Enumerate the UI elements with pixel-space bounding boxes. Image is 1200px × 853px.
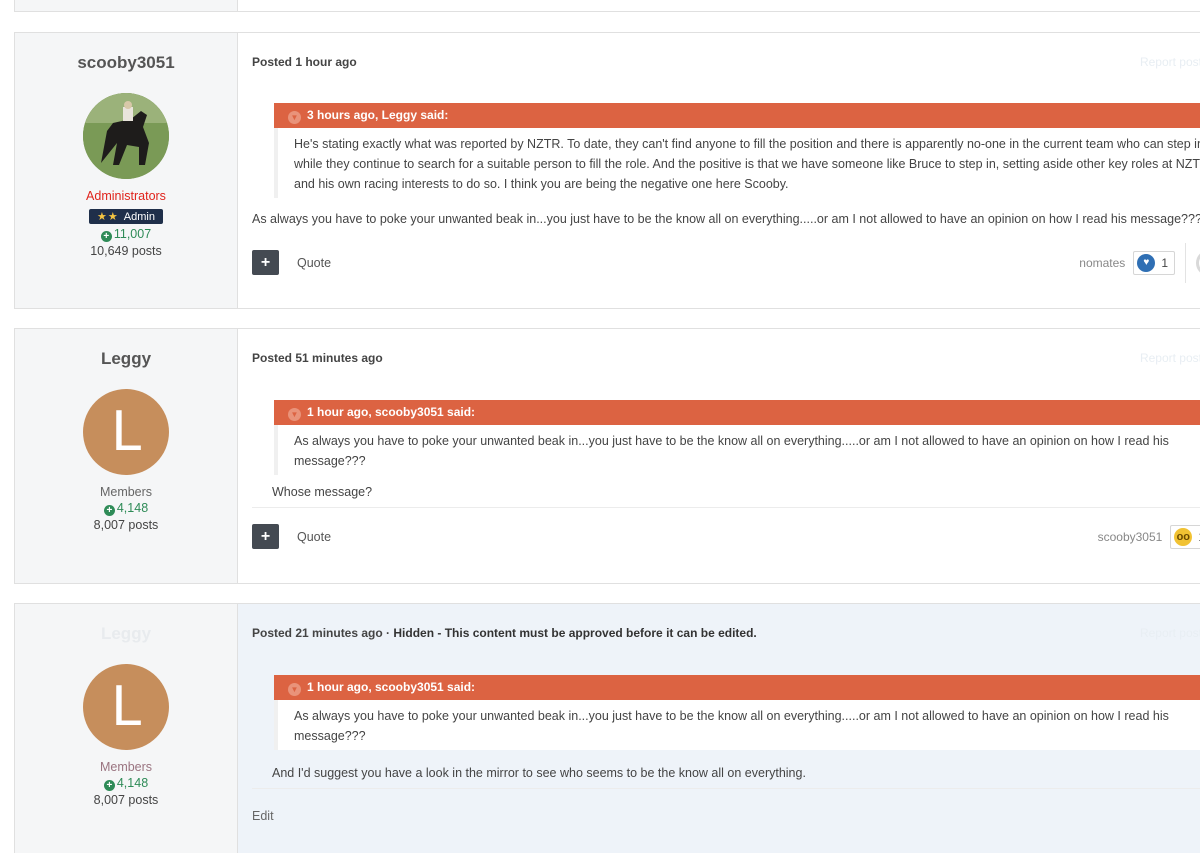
post-leggy-hidden: Leggy L Members +4,148 8,007 posts Poste… <box>14 603 1200 853</box>
chevron-down-icon[interactable]: ▼ <box>288 683 301 696</box>
reputation-value: 4,148 <box>116 776 149 790</box>
user-group[interactable]: Members <box>15 485 237 499</box>
post-meta[interactable]: Posted 51 minutes ago <box>252 351 1200 367</box>
reputation: +11,007 <box>15 227 237 242</box>
post-count: 8,007 posts <box>93 793 159 807</box>
post-text: And I'd suggest you have a look in the m… <box>272 766 806 780</box>
author-name[interactable]: Leggy <box>15 349 237 371</box>
quote-citation[interactable]: 3 hours ago, Leggy said: <box>307 108 448 122</box>
reputation-value: 11,007 <box>113 227 152 241</box>
avatar[interactable]: L <box>83 664 169 750</box>
post-text: As always you have to poke your unwanted… <box>252 212 1200 226</box>
quote-button[interactable]: Quote <box>297 530 331 544</box>
badge-label: Admin <box>123 211 155 223</box>
quote-header[interactable]: ▼1 hour ago, scooby3051 said:↱ <box>274 400 1200 425</box>
user-group[interactable]: Administrators <box>15 189 237 203</box>
reactions: nomates ♥ 1 <box>1079 242 1200 283</box>
multiquote-button[interactable]: + <box>252 524 279 549</box>
author-panel: Leggy L Members +4,148 8,007 posts <box>15 329 238 583</box>
multiquote-button[interactable]: + <box>252 250 279 275</box>
report-post-link[interactable]: Report post <box>1140 626 1200 640</box>
edit-link[interactable]: Edit <box>252 809 1200 823</box>
quote-body: As always you have to poke your unwanted… <box>274 425 1200 475</box>
author-panel: scooby3051 Administrators ★★ Admin +11,00… <box>15 33 238 308</box>
reaction-count-box[interactable]: ♥ 1 <box>1133 250 1175 275</box>
post-leggy: Leggy L Members +4,148 8,007 posts Poste… <box>14 328 1200 584</box>
previous-post-author-panel <box>15 0 238 11</box>
quote-citation[interactable]: 1 hour ago, scooby3051 said: <box>307 405 475 419</box>
reaction-count-box[interactable]: oo1 <box>1170 524 1200 549</box>
badge-wrap: ★★ Admin <box>15 203 237 225</box>
post-scooby3051: scooby3051 Administrators ★★ Admin +11,00… <box>14 32 1200 309</box>
admin-badge: ★★ Admin <box>89 209 163 224</box>
reputation: +4,148 <box>15 501 237 516</box>
user-group[interactable]: Members <box>15 760 237 774</box>
quote-body: He's stating exactly what was reported b… <box>274 128 1200 198</box>
chevron-down-icon[interactable]: ▼ <box>288 111 301 124</box>
author-panel: Leggy L Members +4,148 8,007 posts <box>15 604 238 853</box>
report-post-link[interactable]: Report post <box>1140 55 1200 69</box>
post-content: Posted 51 minutes ago Report post ▼ 1 hou… <box>238 329 1200 583</box>
reaction-count: 1 <box>1161 255 1168 270</box>
quote-header[interactable]: ▼1 hour ago, scooby3051 said:↱ <box>274 675 1200 700</box>
reputation-value: 4,148 <box>116 501 149 515</box>
quote-button[interactable]: Quote <box>297 256 331 270</box>
post-meta[interactable]: Posted 1 hour ago <box>252 55 1200 71</box>
hidden-notice: Hidden - This content must be approved b… <box>393 626 757 640</box>
post-actions: + Quote nomates ♥ 1 <box>252 242 1200 283</box>
chevron-down-icon[interactable]: ▼ <box>288 408 301 421</box>
reaction-divider <box>1185 242 1186 283</box>
divider <box>252 788 1200 789</box>
quote-block: ▼1 hour ago, scooby3051 said:↱ As always… <box>274 400 1200 475</box>
star-icon: ★★ <box>97 211 119 223</box>
post-timestamp[interactable]: Posted 21 minutes ago · <box>252 626 393 640</box>
confused-face-icon: oo <box>1174 527 1193 546</box>
horse-photo-icon <box>83 93 169 179</box>
reputation: +4,148 <box>15 776 237 791</box>
like-icon: ♥ <box>1137 253 1156 272</box>
post-meta: Posted 21 minutes ago · Hidden - This co… <box>252 626 1200 642</box>
post-content: Posted 21 minutes ago · Hidden - This co… <box>238 604 1200 853</box>
reputation-plus-icon: + <box>103 505 115 516</box>
divider <box>252 507 1200 508</box>
reputation-plus-icon: + <box>100 231 112 242</box>
author-name[interactable]: Leggy <box>15 624 237 646</box>
reputation-plus-icon: + <box>103 780 115 791</box>
author-name[interactable]: scooby3051 <box>15 53 237 75</box>
heart-icon[interactable] <box>1196 249 1200 276</box>
avatar[interactable]: L <box>83 389 169 475</box>
quote-body: As always you have to poke your unwanted… <box>274 700 1200 750</box>
reaction-user[interactable]: scooby3051 <box>1098 530 1163 544</box>
previous-post <box>14 0 1200 12</box>
report-post-link[interactable]: Report post <box>1140 351 1200 365</box>
quote-block: ▼1 hour ago, scooby3051 said:↱ As always… <box>274 675 1200 750</box>
quote-block: ▼3 hours ago, Leggy said:↱ He's stating … <box>274 103 1200 198</box>
avatar[interactable] <box>83 93 169 179</box>
quote-header[interactable]: ▼3 hours ago, Leggy said:↱ <box>274 103 1200 128</box>
reaction-user[interactable]: nomates <box>1079 256 1125 270</box>
post-text: Whose message? <box>272 485 373 499</box>
post-actions: + Quote scooby3051 oo1 <box>252 524 1200 549</box>
quote-citation[interactable]: 1 hour ago, scooby3051 said: <box>307 680 475 694</box>
reactions: scooby3051 oo1 <box>1098 524 1200 549</box>
post-count: 8,007 posts <box>93 518 159 532</box>
post-content: Posted 1 hour ago Report post ▼ 3 hours a… <box>238 33 1200 308</box>
post-count: 10,649 posts <box>90 244 162 258</box>
